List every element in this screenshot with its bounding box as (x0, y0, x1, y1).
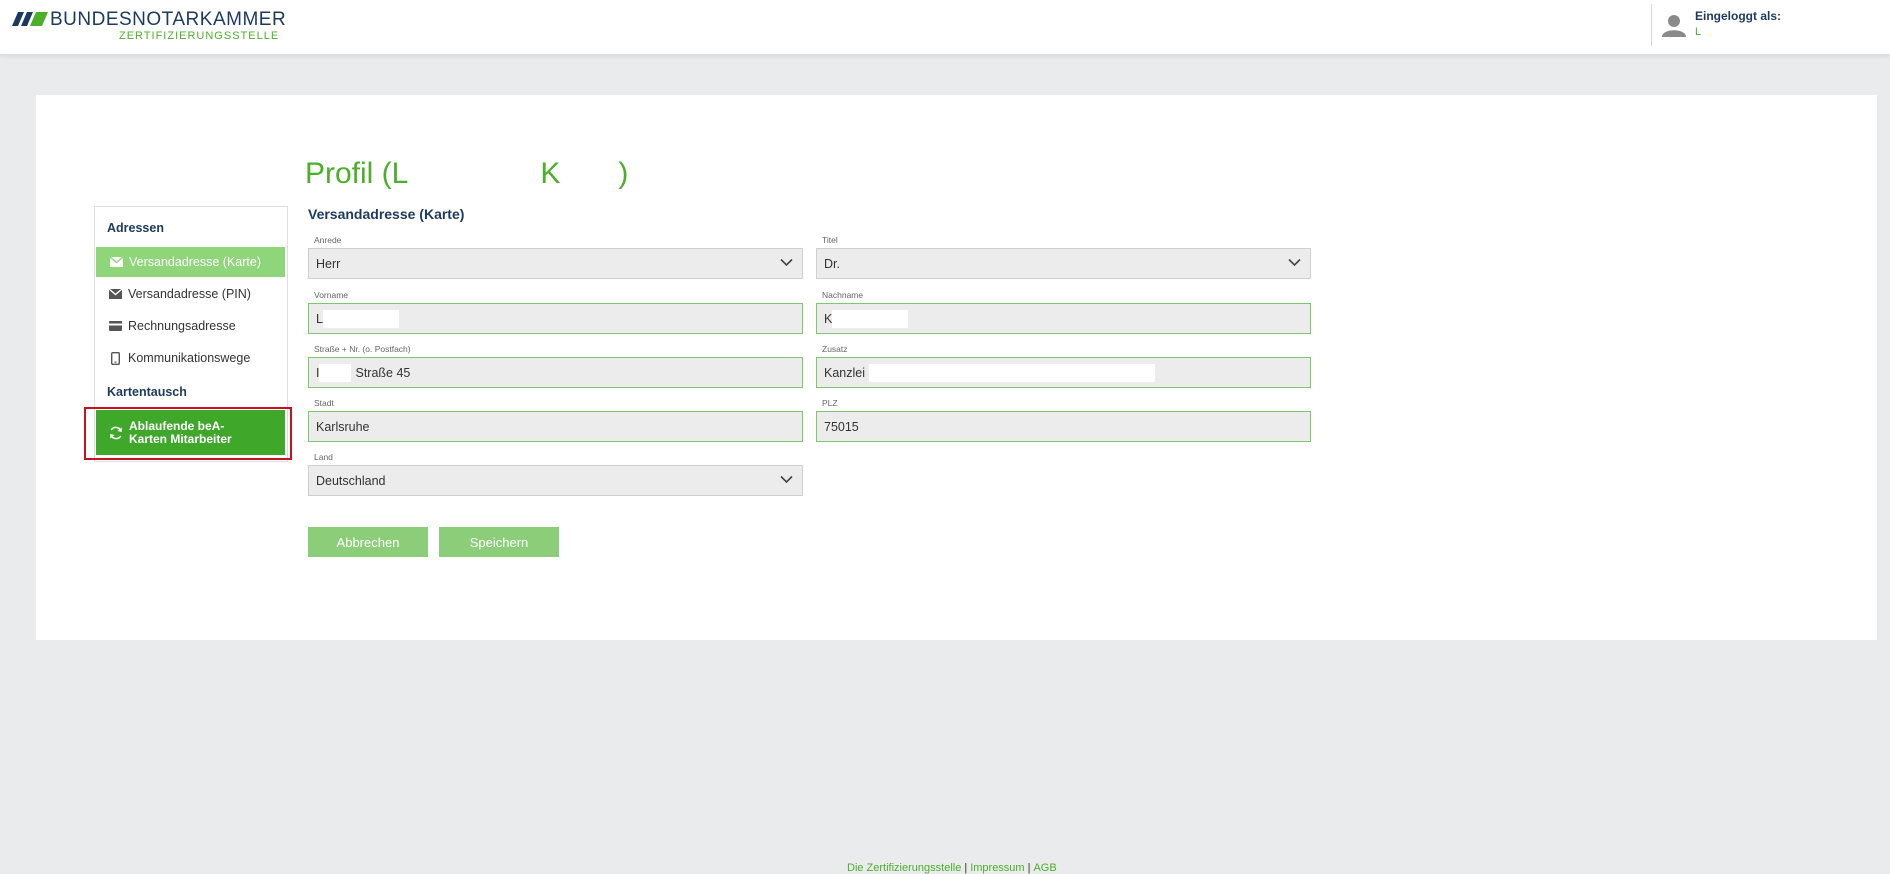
page-title-end: ) (618, 157, 629, 190)
sidebar-item-label: Kommunikationswege (128, 351, 251, 365)
logged-in-label: Eingeloggt als: (1695, 9, 1782, 23)
plz-field[interactable]: 75015 (816, 411, 1311, 442)
zusatz-field[interactable]: Kanzlei (816, 357, 1311, 388)
land-value: Deutschland (316, 473, 386, 488)
redacted-mask (869, 363, 1155, 382)
nachname-label: Nachname (822, 290, 864, 300)
page-title: Profil (L K) (305, 157, 628, 191)
plz-value: 75015 (824, 419, 859, 434)
footer-link-agb[interactable]: AGB (1033, 862, 1056, 874)
footer-separator: | (1027, 862, 1031, 874)
stadt-value: Karlsruhe (316, 419, 370, 434)
logo-title: BUNDESNOTARKAMMER (50, 9, 287, 30)
land-label: Land (314, 452, 333, 462)
highlight-box (84, 407, 292, 460)
user-info[interactable]: Eingeloggt als: L (1651, 4, 1882, 46)
zusatz-label: Zusatz (822, 344, 848, 354)
nachname-field[interactable]: K (816, 303, 1311, 334)
redacted-mask (322, 309, 399, 328)
titel-select[interactable]: Dr. (816, 248, 1311, 279)
phone-icon (108, 351, 122, 365)
sidebar-item-label: Rechnungsadresse (128, 319, 236, 333)
cancel-button[interactable]: Abbrechen (308, 527, 428, 557)
redacted-mask (832, 309, 909, 328)
strasse-value-end: Straße 45 (355, 365, 411, 380)
credit-card-icon (108, 319, 122, 333)
zusatz-value: Kanzlei (824, 365, 865, 380)
logo-subtitle: ZERTIFIZIERUNGSSTELLE (119, 30, 280, 42)
vorname-field[interactable]: L (308, 303, 803, 334)
nachname-value: K (824, 311, 833, 326)
sidebar-heading-kartentausch: Kartentausch (107, 385, 187, 399)
strasse-field[interactable]: I Straße 45 (308, 357, 803, 388)
sidebar-item-label: Versandadresse (Karte) (129, 255, 262, 269)
redacted-mask (319, 363, 352, 382)
user-icon (1662, 15, 1686, 37)
titel-label: Titel (822, 235, 838, 245)
sidebar-item-rechnungsadresse[interactable]: Rechnungsadresse (95, 311, 285, 341)
chevron-down-icon (780, 475, 793, 484)
sidebar-item-label: Versandadresse (PIN) (128, 287, 251, 301)
form-section-title: Versandadresse (Karte) (308, 206, 465, 222)
titel-value: Dr. (824, 256, 840, 271)
bundesnotarkammer-logo[interactable]: BUNDESNOTARKAMMER ZERTIFIZIERUNGSSTELLE (12, 9, 286, 45)
top-header: BUNDESNOTARKAMMER ZERTIFIZIERUNGSSTELLE … (0, 0, 1890, 55)
land-select[interactable]: Deutschland (308, 465, 803, 496)
footer-separator: | (964, 862, 968, 874)
anrede-select[interactable]: Herr (308, 248, 803, 279)
anrede-label: Anrede (314, 235, 342, 245)
page-title-mid: K (540, 157, 561, 190)
anrede-value: Herr (316, 256, 341, 271)
envelope-icon (109, 255, 123, 269)
stadt-field[interactable]: Karlsruhe (308, 411, 803, 442)
vorname-label: Vorname (314, 290, 349, 300)
logged-in-username: L (1695, 26, 1702, 38)
sidebar-item-versandadresse-karte[interactable]: Versandadresse (Karte) (96, 247, 285, 277)
vorname-value: L (316, 311, 323, 326)
logo-stripes-icon (12, 12, 48, 26)
plz-label: PLZ (822, 398, 838, 408)
page-title-start: Profil (L (305, 157, 409, 190)
footer-link-zertifizierungsstelle[interactable]: Die Zertifizierungsstelle (847, 862, 961, 874)
envelope-icon (108, 287, 122, 301)
strasse-label: Straße + Nr. (o. Postfach) (314, 344, 411, 354)
chevron-down-icon (1288, 258, 1301, 267)
footer-link-impressum[interactable]: Impressum (970, 862, 1024, 874)
footer-links: Die Zertifizierungsstelle | Impressum | AGB (847, 862, 1057, 874)
save-button[interactable]: Speichern (439, 527, 559, 557)
sidebar-item-versandadresse-pin[interactable]: Versandadresse (PIN) (95, 279, 285, 309)
stadt-label: Stadt (314, 398, 334, 408)
sidebar-heading-addresses: Adressen (107, 221, 164, 235)
chevron-down-icon (780, 258, 793, 267)
sidebar-item-kommunikationswege[interactable]: Kommunikationswege (95, 343, 285, 373)
